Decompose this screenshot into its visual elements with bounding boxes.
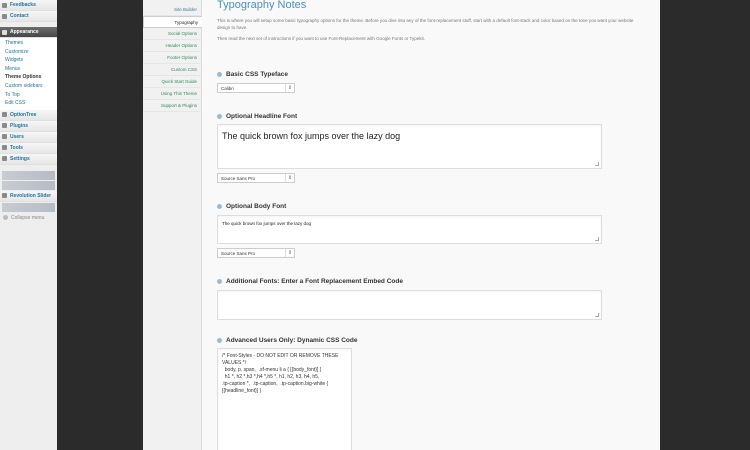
typography-panel: Typography Notes This is where you will … [202,0,660,450]
tab-footer-options[interactable]: Footer Options [143,52,201,64]
background-gutter [57,0,143,450]
intro-text: This is where you will setup some basic … [217,18,634,30]
select-value: Source Sans Pro [221,175,256,181]
menu-label: Feedbacks [10,2,36,8]
menu-label: Plugins [10,122,29,129]
appearance-submenu: Themes Customize Widgets Menus Theme Opt… [0,38,57,110]
info-icon[interactable] [217,279,222,284]
collapse-menu-button[interactable]: Collapse menu [0,213,57,223]
collapse-label: Collapse menu [11,214,45,221]
tab-social-options[interactable]: Social Options [143,28,201,40]
body-font-heading: Optional Body Font [217,203,286,210]
tab-using-this-theme[interactable]: Using This Theme [143,88,201,100]
menu-label: Users [10,133,24,140]
dynamic-css-code: /* Font-Styles - DO NOT EDIT OR REMOVE T… [222,353,339,394]
section-title: Advanced Users Only: Dynamic CSS Code [226,337,358,344]
menu-users[interactable]: Users [0,131,57,143]
menu-tools[interactable]: Tools [0,142,57,154]
chevron-updown-icon: ⇕ [285,174,294,182]
chevron-updown-icon: ⇕ [285,84,294,92]
submenu-widgets[interactable]: Widgets [0,56,57,65]
submenu-menus[interactable]: Menus [0,65,57,74]
headline-font-heading: Optional Headline Font [217,113,297,120]
info-icon[interactable] [217,114,222,119]
menu-settings[interactable]: Settings [0,153,57,165]
submenu-customize[interactable]: Customize [0,48,57,57]
menu-label: Tools [10,144,23,151]
submenu-to-top[interactable]: To Top [0,91,57,100]
menu-feedbacks[interactable]: Feedbacks [0,0,57,11]
submenu-themes[interactable]: Themes [0,39,57,48]
page-title: Typography Notes [217,0,307,11]
submenu-theme-options[interactable]: Theme Options [0,73,57,82]
select-value: Calibri [221,85,234,91]
section-title: Optional Body Font [226,203,287,210]
select-value: Source Sans Pro [221,250,256,256]
dynamic-css-heading: Advanced Users Only: Dynamic CSS Code [217,337,358,344]
body-font-select[interactable]: Source Sans Pro ⇕ [217,248,295,258]
tab-custom-css[interactable]: Custom CSS [143,64,201,76]
redacted-menu-item[interactable] [2,180,55,190]
settings-icon [2,156,7,162]
body-preview-textarea[interactable]: The quick brown fox jumps over the lazy … [217,215,602,244]
collapse-icon [3,215,8,221]
info-icon[interactable] [217,338,222,343]
plugin-icon [2,123,7,129]
submenu-edit-css[interactable]: Edit CSS [0,99,57,108]
basic-typeface-heading: Basic CSS Typeface [217,71,288,78]
section-title: Additional Fonts: Enter a Font Replaceme… [226,278,403,285]
intro-text-secondary: Then read the next set of instructions i… [217,36,426,41]
menu-revolution-slider[interactable]: Revolution Slider [0,190,57,202]
chevron-updown-icon: ⇕ [285,249,294,257]
users-icon [2,134,7,140]
menu-plugins[interactable]: Plugins [0,120,57,132]
resize-grip-icon[interactable] [595,313,599,317]
basic-typeface-select[interactable]: Calibri ⇕ [217,83,295,93]
tab-typography[interactable]: Typography [143,16,202,28]
headline-preview-textarea[interactable]: The quick brown fox jumps over the lazy … [217,124,602,169]
headline-preview-text: The quick brown fox jumps over the lazy … [222,131,401,141]
tab-header-options[interactable]: Header Options [143,40,201,52]
background-gutter [660,0,750,450]
tools-icon [2,145,7,151]
section-title: Basic CSS Typeface [226,71,289,78]
menu-label: Revolution Slider [10,192,52,199]
dynamic-css-textarea[interactable]: /* Font-Styles - DO NOT EDIT OR REMOVE T… [217,348,352,450]
menu-label: OptionTree [10,111,37,118]
body-preview-text: The quick brown fox jumps over the lazy … [222,221,312,226]
feedback-icon [2,2,7,8]
admin-sidebar: Feedbacks Contact Appearance Themes Cust… [0,0,57,450]
slider-icon [2,193,7,199]
redacted-menu-item[interactable] [2,170,55,180]
tab-support-plugins[interactable]: Support & Plugins [143,100,201,112]
menu-appearance[interactable]: Appearance [0,27,57,38]
appearance-icon [2,29,7,35]
headline-font-select[interactable]: Source Sans Pro ⇕ [217,173,295,183]
info-icon[interactable] [217,204,222,209]
info-icon[interactable] [217,72,222,77]
menu-optiontree[interactable]: OptionTree [0,109,57,121]
menu-label: Settings [10,155,30,162]
resize-grip-icon[interactable] [595,237,599,241]
options-tabs: Site Builder Typography Social Options H… [143,0,202,450]
resize-grip-icon[interactable] [595,162,599,166]
menu-label: Appearance [10,29,39,35]
menu-contact[interactable]: Contact [0,11,57,22]
embed-code-textarea[interactable] [217,290,602,320]
optiontree-icon [2,112,7,118]
submenu-custom-sidebars[interactable]: Custom sidebars [0,82,57,91]
additional-fonts-heading: Additional Fonts: Enter a Font Replaceme… [217,278,403,285]
redacted-menu-item[interactable] [2,202,55,212]
contact-icon [2,13,7,19]
tab-site-builder[interactable]: Site Builder [143,4,201,16]
tab-quick-start-guide[interactable]: Quick Start Guide [143,76,201,88]
section-title: Optional Headline Font [226,113,298,120]
menu-separator [0,165,57,170]
menu-label: Contact [10,13,29,19]
